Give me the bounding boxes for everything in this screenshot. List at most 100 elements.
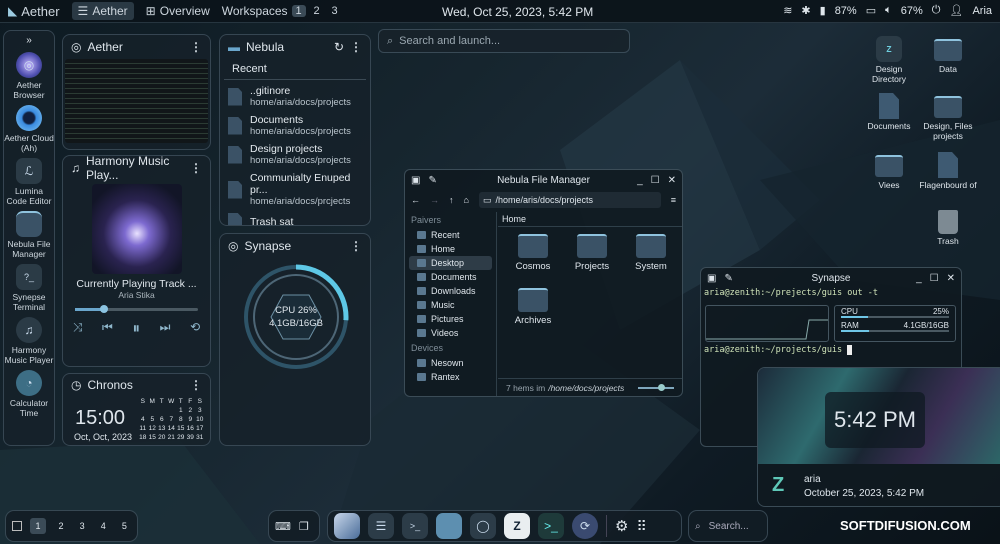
refresh-icon[interactable]: ↻ [334, 40, 344, 54]
folder-item[interactable]: Cosmos [503, 234, 563, 272]
power-icon[interactable]: ⏻ [932, 4, 941, 17]
dock-terminal-icon[interactable]: >_ [402, 513, 428, 539]
sidebar-item-videos[interactable]: Videos [405, 326, 496, 340]
menu-button[interactable]: ☰Aether [72, 2, 134, 20]
calendar-day[interactable]: 11 [138, 424, 148, 433]
more-icon[interactable]: ⋮ [350, 40, 362, 54]
calendar-day[interactable]: 13 [157, 424, 167, 433]
bottom-workspace-4[interactable]: 4 [97, 521, 110, 531]
clock[interactable]: Wed, Oct 25, 2023, 5:42 PM [442, 5, 593, 19]
calendar-day[interactable]: 15 [148, 433, 158, 442]
calendar-day[interactable]: 14 [167, 424, 177, 433]
launcher-synepse-terminal[interactable]: ?_Synepse Terminal [4, 264, 54, 312]
more-icon[interactable]: ⋮ [190, 161, 202, 175]
calendar-day[interactable]: 18 [138, 433, 148, 442]
recent-item[interactable]: Communialty Enuped pr...home/aria/docs/p… [220, 169, 370, 210]
sidebar-item-downloads[interactable]: Downloads [405, 284, 496, 298]
battery-level[interactable]: 87% [835, 5, 857, 17]
recent-item[interactable]: ..gitinorehome/aria/docs/projects [220, 82, 370, 111]
calendar-day[interactable]: 9 [186, 415, 196, 424]
sidebar-item-home[interactable]: Home [405, 242, 496, 256]
maximize-button[interactable]: ☐ [930, 273, 939, 284]
app-logo[interactable]: ◣Aether [8, 4, 60, 19]
calendar-day[interactable] [138, 406, 148, 415]
dock-settings-app-icon[interactable]: ◯ [470, 513, 496, 539]
launcher-harmony-music-player[interactable]: ♫Harmony Music Player [4, 317, 54, 365]
calendar-day[interactable]: 1 [176, 406, 186, 415]
calendar-day[interactable]: 15 [176, 424, 186, 433]
calendar-day[interactable]: 4 [138, 415, 148, 424]
dock-folder-icon[interactable] [436, 513, 462, 539]
desktop-icon[interactable]: Data [918, 36, 978, 74]
calendar-day[interactable]: 7 [167, 415, 177, 424]
previous-icon[interactable]: ⏮ [102, 320, 113, 337]
gear-icon[interactable]: ⚙ [615, 517, 628, 535]
user-menu[interactable]: Aria [972, 5, 992, 17]
calendar-day[interactable]: 16 [186, 424, 196, 433]
maximize-button[interactable]: ☐ [651, 175, 660, 186]
workspace-3[interactable]: 3 [328, 5, 342, 17]
launcher-aether-cloud[interactable]: Aether Cloud (Ah) [4, 105, 54, 153]
desktop-icon[interactable]: Flagenbourd of [918, 152, 978, 190]
launcher-lumina-code-editor[interactable]: ℒLumina Code Editor [4, 158, 54, 206]
launcher-nebula-file-manager[interactable]: Nebula File Manager [4, 211, 54, 259]
workspace-1[interactable]: 1 [292, 5, 306, 17]
display-icon[interactable]: ▭ [866, 4, 876, 17]
wifi-icon[interactable]: ≋ [783, 4, 792, 17]
bottom-workspace-3[interactable]: 3 [76, 521, 89, 531]
menu-icon[interactable]: ≡ [671, 195, 676, 205]
show-desktop-icon[interactable] [12, 521, 22, 531]
app-grid-icon[interactable]: ⠿ [636, 518, 646, 535]
overview-button[interactable]: ⊞Overview [146, 4, 210, 18]
calendar-day[interactable]: 31 [195, 433, 205, 442]
calendar-day[interactable]: 12 [148, 424, 158, 433]
dock-browser[interactable] [334, 513, 360, 539]
desktop-icon[interactable]: Trash [918, 210, 978, 246]
desktop-icon[interactable]: ZDesign Directory [859, 36, 919, 84]
folder-item[interactable]: System [621, 234, 681, 272]
recent-item[interactable]: Design projectshome/aria/docs/projects [220, 140, 370, 169]
sidebar-item-documents[interactable]: Documents [405, 270, 496, 284]
back-icon[interactable]: ← [411, 195, 420, 205]
sidebar-item-recent[interactable]: Recent [405, 228, 496, 242]
calendar-day[interactable]: 8 [176, 415, 186, 424]
calendar-day[interactable]: 29 [176, 433, 186, 442]
bottom-workspace-5[interactable]: 5 [118, 521, 131, 531]
calendar-day[interactable] [148, 406, 158, 415]
minimize-button[interactable]: _ [637, 175, 643, 186]
forward-icon[interactable]: → [430, 195, 439, 205]
launcher-calculator-time[interactable]: ◔Calculator Time [4, 370, 54, 418]
calendar-day[interactable]: 21 [167, 433, 177, 442]
dock-list-icon[interactable]: ☰ [368, 513, 394, 539]
up-icon[interactable]: ↑ [449, 195, 454, 205]
calendar-day[interactable]: 6 [157, 415, 167, 424]
next-icon[interactable]: ⏭ [160, 320, 171, 337]
calendar-day[interactable]: 5 [148, 415, 158, 424]
shuffle-icon[interactable]: ⤨ [73, 320, 83, 337]
folder-item[interactable]: Archives [503, 288, 563, 326]
pause-icon[interactable]: ⏸ [132, 320, 140, 337]
bluetooth-icon[interactable]: ✱ [801, 4, 810, 17]
volume-level[interactable]: 67% [901, 5, 923, 17]
keyboard-icon[interactable]: ⌨ [275, 520, 291, 533]
device-item[interactable]: Nesown [405, 356, 496, 370]
launcher-aether-browser[interactable]: ◎Aether Browser [4, 52, 54, 100]
calendar-day[interactable]: 17 [195, 424, 205, 433]
terminal-prompt[interactable]: aria@zenith:~/projects/guis [704, 345, 852, 355]
desktop-icon[interactable]: Design, Files projects [918, 93, 978, 141]
path-bar[interactable]: ▭/home/aris/docs/projects [479, 192, 661, 208]
desktop-icon[interactable]: Viees [859, 152, 919, 190]
home-icon[interactable]: ⌂ [464, 195, 469, 205]
code-editor-preview[interactable] [65, 59, 208, 143]
calendar-day[interactable] [157, 406, 167, 415]
more-icon[interactable]: ⋮ [190, 40, 202, 54]
sidebar-item-music[interactable]: Music [405, 298, 496, 312]
calendar-day[interactable]: 3 [195, 406, 205, 415]
bottom-workspace-2[interactable]: 2 [54, 521, 67, 531]
calendar-day[interactable]: 20 [157, 433, 167, 442]
close-button[interactable]: ✕ [947, 273, 955, 284]
bottom-search[interactable]: ⌕Search... [688, 510, 768, 542]
minimize-button[interactable]: _ [916, 273, 922, 284]
sidebar-item-desktop[interactable]: Desktop [409, 256, 492, 270]
folder-item[interactable]: Projects [562, 234, 622, 272]
